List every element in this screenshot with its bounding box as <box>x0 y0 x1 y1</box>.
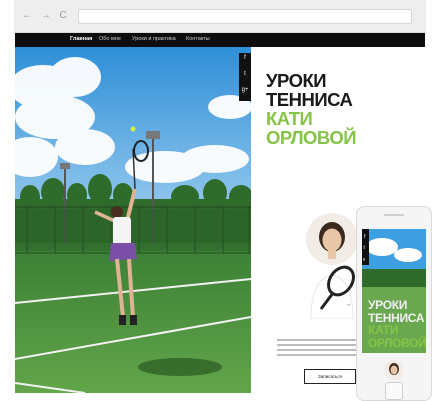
phone-screen: f t g УРОКИ ТЕННИСА КАТИ ОРЛОВОЙ <box>362 229 426 353</box>
social-links: f t g+ <box>239 53 251 101</box>
browser-toolbar: ← → C <box>14 0 426 33</box>
phone-title: УРОКИ ТЕННИСА КАТИ ОРЛОВОЙ <box>368 299 426 349</box>
title-line-4: ОРЛОВОЙ <box>266 127 357 148</box>
phone-title-line-4: ОРЛОВОЙ <box>368 335 426 350</box>
nav-item-lessons[interactable]: Уроки и практика <box>132 36 176 42</box>
nav-item-contacts[interactable]: Контакты <box>186 36 210 42</box>
facebook-icon[interactable]: f <box>239 55 251 61</box>
nav-item-about[interactable]: Обо мне <box>99 36 121 42</box>
phone-portrait-thumbnail <box>384 360 404 380</box>
browser-nav-buttons[interactable]: ← → C <box>22 10 70 21</box>
phone-home-button[interactable] <box>385 382 403 400</box>
phone-mockup: f t g УРОКИ ТЕННИСА КАТИ ОРЛОВОЙ <box>356 206 432 401</box>
nav-item-home[interactable]: Главная <box>70 36 92 42</box>
top-navigation: Главная Обо мне Уроки и практика Контакт… <box>15 33 425 47</box>
twitter-icon[interactable]: t <box>239 71 251 77</box>
googleplus-icon[interactable]: g+ <box>239 87 251 93</box>
title-line-1: УРОКИ <box>266 70 327 91</box>
address-bar[interactable] <box>78 9 412 24</box>
phone-speaker <box>384 214 404 216</box>
page-title: УРОКИ ТЕННИСА КАТИ ОРЛОВОЙ <box>266 70 357 148</box>
phone-title-line-3: КАТИ <box>368 323 399 337</box>
svg-text:g: g <box>363 256 365 261</box>
title-line-2: ТЕННИСА <box>266 89 353 110</box>
signup-button[interactable]: Записаться <box>304 369 356 384</box>
phone-title-line-1: УРОКИ <box>368 298 408 312</box>
hero-photo <box>15 47 251 393</box>
title-line-3: КАТИ <box>266 108 313 129</box>
tennis-court-photo <box>15 47 251 393</box>
